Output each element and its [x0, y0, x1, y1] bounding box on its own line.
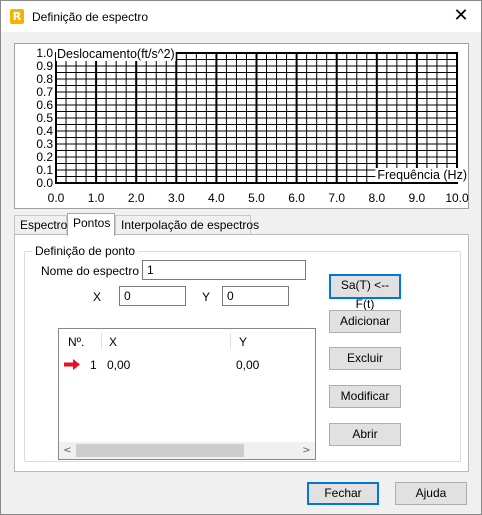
spectrum-chart: 0.0 0.1 0.2 0.3 0.4 0.5 0.6 0.7 0.8 0.9 1.0 0.0 1.0 2…: [14, 43, 469, 209]
x-label: X: [93, 290, 102, 304]
x-tick-label: 6.0: [288, 191, 305, 205]
y-tick-label: 0.3: [36, 137, 53, 151]
row-number: 1: [90, 358, 97, 372]
convert-button[interactable]: Sa(T) <-- F(t): [329, 274, 401, 311]
points-list-header: Nº. X Y: [59, 329, 315, 353]
y-tick-label: 0.5: [36, 111, 53, 125]
group-title: Definição de ponto: [32, 244, 139, 258]
dialog-window: R Definição de espectro ✕ 0.0 0.1 0.2 0.3 0.…: [0, 0, 482, 515]
y-tick-label: 0.7: [36, 85, 53, 99]
horizontal-scrollbar[interactable]: < >: [59, 442, 315, 459]
tab-panel-pontos: Definição de ponto Nome do espectro 1 X …: [14, 234, 469, 472]
open-button[interactable]: Abrir: [329, 423, 401, 446]
scroll-left-icon[interactable]: <: [59, 442, 76, 459]
col-number-header[interactable]: Nº.: [68, 335, 84, 349]
x-tick-label: 8.0: [368, 191, 385, 205]
col-y-header[interactable]: Y: [239, 335, 247, 349]
row-x-value: 0,00: [107, 358, 131, 372]
row-y-value: 0,00: [236, 358, 260, 372]
y-tick-label: 0.4: [36, 124, 53, 138]
col-x-header[interactable]: X: [109, 335, 117, 349]
y-tick-label: 1.0: [36, 46, 53, 60]
app-logo-icon: R: [10, 9, 24, 24]
x-tick-label: 1.0: [88, 191, 105, 205]
tab-interpolacao[interactable]: Interpolação de espectros: [115, 215, 259, 235]
window-title: Definição de espectro: [32, 10, 149, 24]
column-divider[interactable]: [101, 333, 102, 349]
x-tick-label: 10.0: [445, 191, 469, 205]
x-tick-label: 0.0: [48, 191, 65, 205]
y-tick-label: 0.1: [36, 163, 53, 177]
y-label: Y: [202, 290, 211, 304]
tab-pontos[interactable]: Pontos: [67, 213, 115, 236]
x-tick-label: 4.0: [208, 191, 225, 205]
spectrum-name-label: Nome do espectro: [41, 264, 140, 278]
red-arrow-icon: [64, 359, 80, 370]
y-input[interactable]: 0: [222, 286, 289, 306]
x-tick-label: 7.0: [328, 191, 345, 205]
title-bar: R Definição de espectro ✕: [1, 1, 481, 32]
scroll-right-icon[interactable]: >: [298, 442, 315, 459]
close-icon[interactable]: ✕: [451, 6, 471, 26]
add-button[interactable]: Adicionar: [329, 310, 401, 333]
list-item[interactable]: 1 0,00 0,00: [59, 355, 315, 373]
help-button[interactable]: Ajuda: [395, 482, 467, 505]
x-tick-label: 3.0: [168, 191, 185, 205]
points-list[interactable]: Nº. X Y 1 0,00 0,00 < >: [58, 328, 316, 460]
y-tick-label: 0.9: [36, 59, 53, 73]
x-input[interactable]: 0: [119, 286, 186, 306]
tab-espectro[interactable]: Espectro: [14, 215, 67, 235]
x-tick-label: 2.0: [128, 191, 145, 205]
column-divider[interactable]: [230, 333, 231, 349]
y-axis-title: Deslocamento(ft/s^2): [57, 47, 175, 61]
y-tick-label: 0.0: [36, 176, 53, 190]
delete-button[interactable]: Excluir: [329, 347, 401, 370]
chart-svg: 0.00.10.20.30.40.50.60.70.80.91.00.0 1.0 2…: [36, 46, 469, 205]
modify-button[interactable]: Modificar: [329, 385, 401, 408]
x-tick-label: 5.0: [248, 191, 265, 205]
spectrum-name-input[interactable]: 1: [142, 260, 306, 280]
y-tick-label: 0.6: [36, 98, 53, 112]
point-definition-group: Definição de ponto Nome do espectro 1 X …: [24, 244, 461, 462]
x-axis-title: Frequência (Hz): [377, 168, 467, 182]
y-tick-label: 0.2: [36, 150, 53, 164]
x-tick-label: 9.0: [409, 191, 426, 205]
scroll-thumb[interactable]: [76, 444, 244, 457]
y-tick-label: 0.8: [36, 72, 53, 86]
close-button[interactable]: Fechar: [307, 482, 379, 505]
